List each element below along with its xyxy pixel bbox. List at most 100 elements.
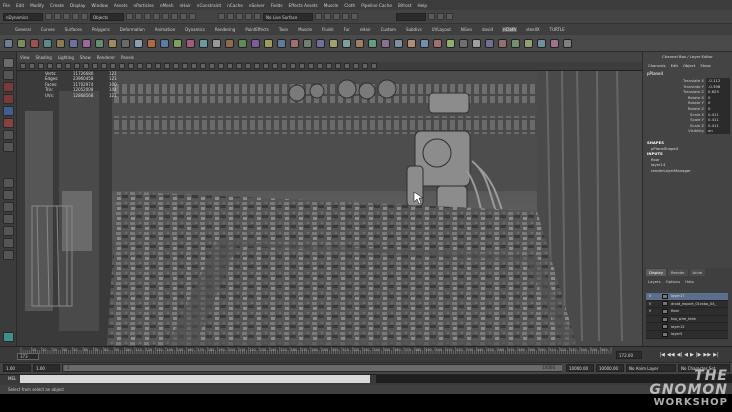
mask-icon-7[interactable]	[180, 13, 187, 20]
layer-row[interactable]: layer5	[646, 331, 728, 339]
panel-tool-icon[interactable]	[92, 63, 98, 69]
shelf-tool-icon[interactable]	[95, 38, 104, 48]
playback-end-field[interactable]: 10000.00	[566, 364, 594, 372]
menu-item-nmesh[interactable]: nMesh	[159, 3, 175, 8]
panel-menu-shading[interactable]: Shading	[36, 55, 52, 60]
layer-visibility-toggle[interactable]: V	[646, 294, 654, 298]
input-field[interactable]	[396, 12, 426, 21]
layer-tab-anim[interactable]: Anim	[689, 269, 706, 276]
shelf-tool-icon[interactable]	[420, 38, 429, 48]
panel-tool-icon[interactable]	[47, 63, 53, 69]
live-surface-field[interactable]: No Live Surface	[263, 12, 313, 21]
panel-tool-icon[interactable]	[218, 63, 224, 69]
menu-item-bifrost[interactable]: Bifrost	[397, 3, 413, 8]
panel-menu-show[interactable]: Show	[80, 55, 91, 60]
render-icon[interactable]	[333, 13, 340, 20]
panel-tool-icon[interactable]	[20, 63, 26, 69]
playback-button[interactable]: ▶▶	[703, 352, 711, 358]
shelf-tab-uvlayout[interactable]: UVLayout	[431, 27, 452, 32]
snap-curve-icon[interactable]	[227, 13, 234, 20]
shelf-tool-icon[interactable]	[485, 38, 494, 48]
layer-tab-display[interactable]: Display	[646, 269, 666, 276]
channel-menu-show[interactable]: Show	[700, 63, 710, 68]
shelf-tool-icon[interactable]	[264, 38, 273, 48]
layer-row[interactable]: Vfloor	[646, 308, 728, 316]
playback-button[interactable]: ◀	[684, 352, 688, 358]
shelf-tool-icon[interactable]	[355, 38, 364, 48]
playback-start-field[interactable]: 1.00	[33, 364, 60, 372]
rotate-tool-icon[interactable]	[3, 106, 14, 116]
end-time-field[interactable]: 10000.00	[596, 364, 624, 372]
shelf-tool-icon[interactable]	[446, 38, 455, 48]
panel-tool-icon[interactable]	[299, 63, 305, 69]
mode-menu-dropdown[interactable]: nDynamics	[3, 12, 43, 21]
shelf-tool-icon[interactable]	[303, 38, 312, 48]
layer-menu-help[interactable]: Help	[685, 279, 694, 284]
panel-menu-renderer[interactable]: Renderer	[97, 55, 115, 60]
shelf-tool-icon[interactable]	[498, 38, 507, 48]
menu-item-effects-assets[interactable]: Effects Assets	[288, 3, 319, 8]
panel-tool-icon[interactable]	[65, 63, 71, 69]
panel-tool-icon[interactable]	[281, 63, 287, 69]
panel-tool-icon[interactable]	[290, 63, 296, 69]
end-frame-field[interactable]: 172.00	[616, 351, 642, 359]
panel-menu-panels[interactable]: Panels	[121, 55, 134, 60]
layout-graph-icon[interactable]	[3, 226, 14, 236]
mask-icon-4[interactable]	[153, 13, 160, 20]
panel-tool-icon[interactable]	[209, 63, 215, 69]
layout-single-icon[interactable]	[3, 178, 14, 188]
panel-tool-icon[interactable]	[227, 63, 233, 69]
panel-tool-icon[interactable]	[182, 63, 188, 69]
panel-tool-icon[interactable]	[137, 63, 143, 69]
shelf-tab-dynamics[interactable]: Dynamics	[184, 27, 206, 32]
panel-tool-icon[interactable]	[191, 63, 197, 69]
shelf-tool-icon[interactable]	[56, 38, 65, 48]
shelf-tab-curves[interactable]: Curves	[40, 27, 56, 32]
mask-icon-8[interactable]	[189, 13, 196, 20]
shelf-tab-deformation[interactable]: Deformation	[119, 27, 146, 32]
channel-menu-edit[interactable]: Edit	[671, 63, 678, 68]
paint-select-tool-icon[interactable]	[3, 82, 14, 92]
shelf-tab-surfaces[interactable]: Surfaces	[64, 27, 83, 32]
shelf-tool-icon[interactable]	[472, 38, 481, 48]
shelf-tool-icon[interactable]	[173, 38, 182, 48]
input-node[interactable]: renderLayerManager	[647, 168, 732, 174]
menu-item-window[interactable]: Window	[90, 3, 109, 8]
snap-plane-icon[interactable]	[245, 13, 252, 20]
panel-tool-icon[interactable]	[236, 63, 242, 69]
panel-tool-icon[interactable]	[56, 63, 62, 69]
panel-tool-icon[interactable]	[38, 63, 44, 69]
mask-icon-6[interactable]	[171, 13, 178, 20]
menu-item-nhair[interactable]: nHair	[179, 3, 192, 8]
panel-tool-icon[interactable]	[362, 63, 368, 69]
playback-button[interactable]: |◀	[659, 352, 665, 358]
shelf-tab-david[interactable]: david	[481, 27, 494, 32]
menu-item-cloth[interactable]: Cloth	[343, 3, 356, 8]
scale-tool-icon[interactable]	[3, 118, 14, 128]
history-icon[interactable]	[315, 13, 322, 20]
viewport-3d[interactable]: Verts: 11726680 121 Edges: 23960458 121 Faces:…	[17, 71, 642, 346]
shelf-tool-icon[interactable]	[43, 38, 52, 48]
save-scene-icon[interactable]	[63, 13, 70, 20]
selected-object-name[interactable]: pPlane4	[643, 70, 732, 78]
panel-menu-view[interactable]: View	[20, 55, 30, 60]
manipulator-tool-icon[interactable]	[3, 130, 14, 140]
render-settings-icon[interactable]	[351, 13, 358, 20]
panel-tool-icon[interactable]	[128, 63, 134, 69]
selection-mask-dropdown[interactable]: Objects	[90, 12, 124, 21]
shelf-tool-icon[interactable]	[17, 38, 26, 48]
panel-tool-icon[interactable]	[335, 63, 341, 69]
shelf-tool-icon[interactable]	[368, 38, 377, 48]
range-slider-thumb[interactable]	[64, 365, 562, 371]
panel-tool-icon[interactable]	[146, 63, 152, 69]
layout-outliner-icon[interactable]	[3, 214, 14, 224]
layer-color-swatch[interactable]	[662, 316, 668, 322]
menu-item-file[interactable]: File	[2, 3, 11, 8]
panel-menu-lighting[interactable]: Lighting	[58, 55, 74, 60]
shelf-tool-icon[interactable]	[563, 38, 572, 48]
shelf-tool-icon[interactable]	[290, 38, 299, 48]
shelf-tool-icon[interactable]	[511, 38, 520, 48]
shelf-tool-icon[interactable]	[251, 38, 260, 48]
shelf-tool-icon[interactable]	[238, 38, 247, 48]
shelf-tool-icon[interactable]	[134, 38, 143, 48]
